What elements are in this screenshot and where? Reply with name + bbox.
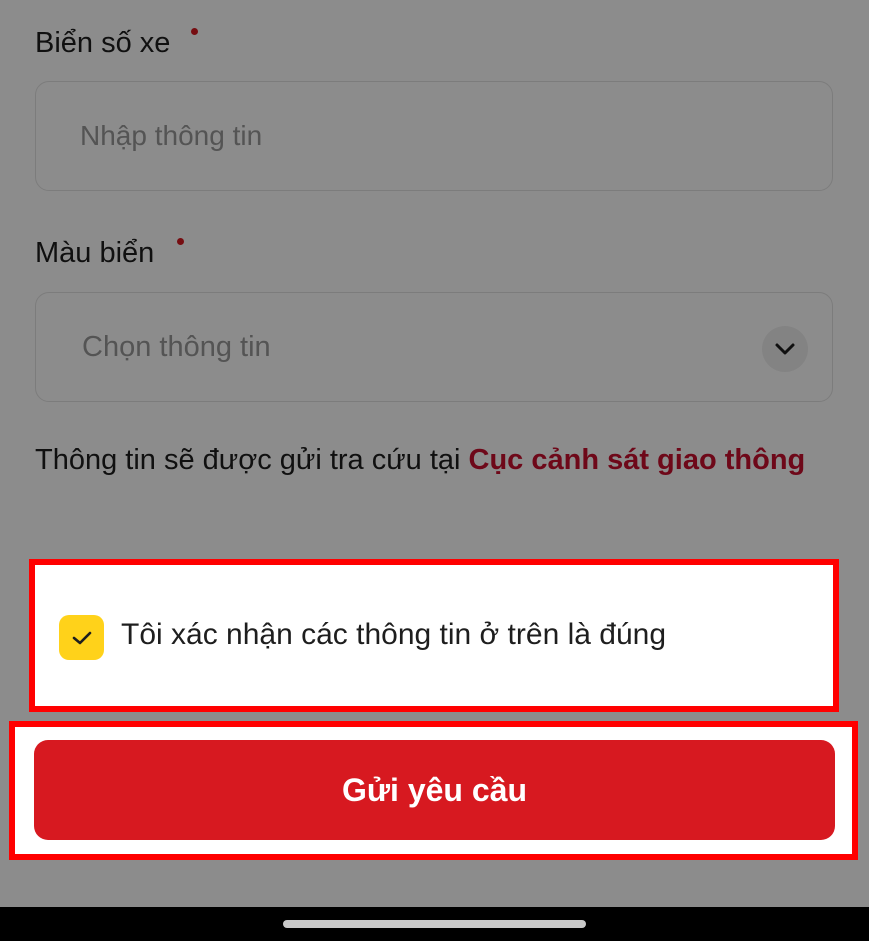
- plate-number-label-text: Biển số xe: [35, 27, 171, 59]
- check-icon: [72, 631, 91, 644]
- plate-color-label: Màu biển: [35, 237, 154, 270]
- home-indicator[interactable]: [283, 920, 586, 928]
- plate-number-label: Biển số xe: [35, 27, 170, 60]
- required-dot-icon: [191, 28, 198, 35]
- plate-number-field[interactable]: [35, 81, 833, 191]
- system-nav-bar: [0, 907, 869, 941]
- chevron-down-icon[interactable]: [762, 326, 808, 372]
- submit-button[interactable]: Gửi yêu cầu: [34, 740, 835, 840]
- confirm-label: Tôi xác nhận các thông tin ở trên là đún…: [121, 618, 667, 651]
- lookup-notice: Thông tin sẽ được gửi tra cứu tại Cục cả…: [35, 442, 825, 479]
- plate-color-label-text: Màu biển: [35, 237, 155, 269]
- submit-area: Gửi yêu cầu: [9, 721, 858, 860]
- plate-number-input[interactable]: [80, 82, 780, 190]
- confirm-checkbox-row[interactable]: Tôi xác nhận các thông tin ở trên là đún…: [29, 559, 839, 712]
- plate-color-select[interactable]: Chọn thông tin: [35, 292, 833, 402]
- plate-color-placeholder: Chọn thông tin: [82, 331, 271, 363]
- lookup-notice-text: Thông tin sẽ được gửi tra cứu tại: [35, 444, 469, 476]
- confirm-checkbox[interactable]: [59, 615, 104, 660]
- required-dot-icon: [177, 238, 184, 245]
- traffic-police-link[interactable]: Cục cảnh sát giao thông: [469, 444, 806, 476]
